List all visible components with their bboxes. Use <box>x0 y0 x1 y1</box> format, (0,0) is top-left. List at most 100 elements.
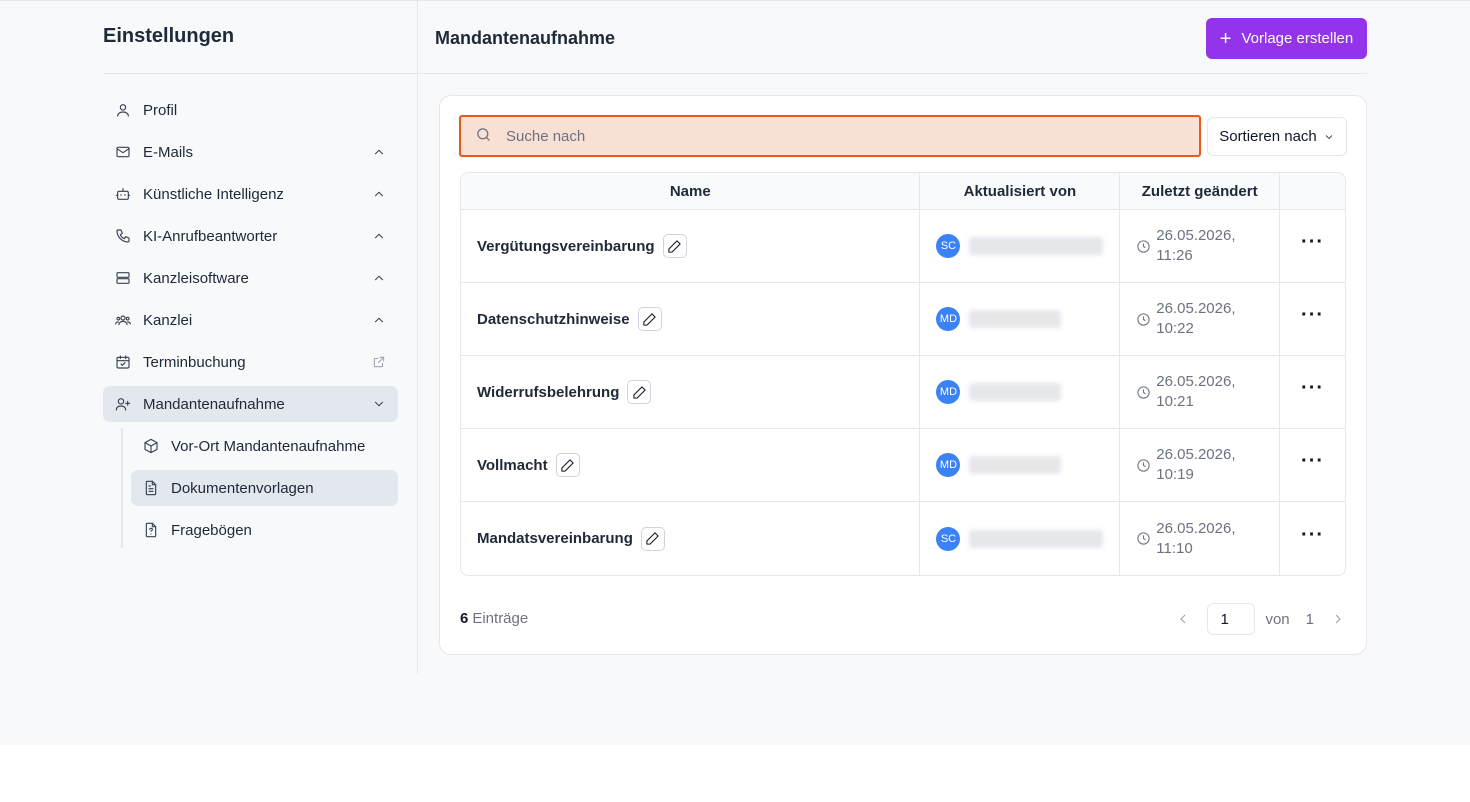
clock-icon <box>1137 239 1150 253</box>
chevron-up-icon[interactable] <box>372 271 386 285</box>
avatar: MD <box>936 307 961 331</box>
more-icon[interactable]: ··· <box>1301 232 1324 252</box>
mail-icon <box>115 144 131 160</box>
template-name[interactable]: Datenschutzhinweise <box>477 311 630 328</box>
edit-button[interactable] <box>662 234 687 258</box>
sidebar-item-frageboegen[interactable]: Fragebögen <box>131 512 398 548</box>
more-icon[interactable]: ··· <box>1301 525 1324 545</box>
external-link-icon[interactable] <box>372 355 386 369</box>
table-row[interactable]: Widerrufsbelehrung MD 26.05.2026, 10:21 ·… <box>461 356 1345 429</box>
pencil-icon <box>643 312 656 326</box>
sidebar-title: Einstellungen <box>103 25 235 47</box>
cell-updated-by: MD <box>920 356 1121 428</box>
template-name[interactable]: Widerrufsbelehrung <box>477 384 619 401</box>
server-icon <box>115 270 131 286</box>
plus-icon: + <box>1219 27 1232 50</box>
sidebar-item-terminbuchung[interactable]: Terminbuchung <box>103 344 398 380</box>
page-of-label: von <box>1265 610 1290 628</box>
date-text: 26.05.2026, <box>1156 373 1236 390</box>
create-template-button[interactable]: + Vorlage erstellen <box>1206 18 1367 59</box>
sidebar-item-kanzleisoftware[interactable]: Kanzleisoftware <box>103 260 398 296</box>
sidebar-item-ki[interactable]: Künstliche Intelligenz <box>103 176 398 212</box>
time-text: 10:22 <box>1156 320 1194 337</box>
sidebar-nav: Profil E-Mails Künstliche Intelligenz KI… <box>103 92 398 554</box>
cell-name: Vergütungsvereinbarung <box>461 210 921 282</box>
cell-name: Widerrufsbelehrung <box>461 356 921 428</box>
cell-actions: ··· <box>1280 502 1345 575</box>
entry-count-number: 6 <box>460 610 469 627</box>
divider <box>417 1 418 674</box>
sidebar-item-label: Dokumentenvorlagen <box>171 479 314 497</box>
clock-icon <box>1137 458 1150 472</box>
more-icon[interactable]: ··· <box>1301 305 1324 325</box>
cell-name: Datenschutzhinweise <box>461 283 921 355</box>
sidebar-item-label: Fragebögen <box>171 521 252 539</box>
sidebar-item-emails[interactable]: E-Mails <box>103 134 398 170</box>
cell-updated-by: SC <box>920 502 1121 575</box>
cell-name: Mandatsvereinbarung <box>461 502 921 575</box>
sidebar-item-vor-ort[interactable]: Vor-Ort Mandantenaufnahme <box>131 428 398 464</box>
date-text: 26.05.2026, <box>1156 446 1236 463</box>
redacted-user-name <box>969 310 1062 328</box>
table-row[interactable]: Datenschutzhinweise MD 26.05.2026, 10:22 … <box>461 283 1345 356</box>
more-icon[interactable]: ··· <box>1301 378 1324 398</box>
templates-table: Name Aktualisiert von Zuletzt geändert V… <box>460 172 1346 576</box>
column-header-actions <box>1280 173 1345 209</box>
templates-card: Sortieren nach Name Aktualisiert von Zul… <box>439 95 1367 655</box>
table-row[interactable]: Vergütungsvereinbarung SC 26.05.2026, 11:… <box>461 210 1345 283</box>
time-text: 10:19 <box>1156 466 1194 483</box>
cell-actions: ··· <box>1280 210 1345 282</box>
column-header-last-modified[interactable]: Zuletzt geändert <box>1120 173 1281 209</box>
chevron-up-icon[interactable] <box>372 145 386 159</box>
redacted-user-name <box>969 237 1104 255</box>
page-input[interactable]: 1 <box>1207 603 1256 635</box>
redacted-user-name <box>969 529 1104 548</box>
date-text: 26.05.2026, <box>1156 227 1236 244</box>
sidebar-item-label: Profil <box>143 101 178 119</box>
search-input[interactable] <box>506 127 1186 145</box>
avatar: SC <box>936 234 961 258</box>
edit-button[interactable] <box>637 307 662 331</box>
package-icon <box>143 438 159 454</box>
robot-icon <box>115 186 131 202</box>
edit-button[interactable] <box>640 526 665 551</box>
pagination: 1 von 1 <box>1175 603 1346 635</box>
phone-icon <box>115 228 131 244</box>
cell-last-modified: 26.05.2026, 10:19 <box>1120 429 1281 501</box>
sort-button[interactable]: Sortieren nach <box>1207 117 1347 156</box>
column-header-name[interactable]: Name <box>461 173 921 209</box>
sidebar-item-label: Terminbuchung <box>143 353 246 371</box>
template-name[interactable]: Vollmacht <box>477 457 548 474</box>
sidebar-item-label: Kanzleisoftware <box>143 269 249 287</box>
table-row[interactable]: Vollmacht MD 26.05.2026, 10:19 ··· <box>461 429 1345 502</box>
search-box[interactable] <box>459 115 1201 157</box>
cell-last-modified: 26.05.2026, 10:21 <box>1120 356 1281 428</box>
total-pages: 1 <box>1305 610 1314 628</box>
chevron-right-icon[interactable] <box>1330 611 1346 627</box>
template-name[interactable]: Mandatsvereinbarung <box>477 530 633 547</box>
avatar: MD <box>936 453 961 477</box>
edit-button[interactable] <box>627 380 652 404</box>
chevron-up-icon[interactable] <box>372 313 386 327</box>
sidebar-item-mandantenaufnahme[interactable]: Mandantenaufnahme <box>103 386 398 422</box>
chevron-up-icon[interactable] <box>372 187 386 201</box>
clock-icon <box>1137 312 1150 326</box>
avatar: SC <box>936 526 961 551</box>
file-text-icon <box>143 480 159 496</box>
table-row[interactable]: Mandatsvereinbarung SC 26.05.2026, 11:10 … <box>461 502 1345 575</box>
edit-button[interactable] <box>555 453 580 477</box>
search-icon <box>475 126 492 147</box>
template-name[interactable]: Vergütungsvereinbarung <box>477 238 655 255</box>
column-header-updated-by[interactable]: Aktualisiert von <box>920 173 1121 209</box>
chevron-down-icon[interactable] <box>372 397 386 411</box>
sidebar-item-profil[interactable]: Profil <box>103 92 398 128</box>
calendar-check-icon <box>115 354 131 370</box>
sidebar-item-ki-anrufbeantworter[interactable]: KI-Anrufbeantworter <box>103 218 398 254</box>
chevron-up-icon[interactable] <box>372 229 386 243</box>
subnav-line <box>121 428 123 548</box>
sidebar-item-dokumentenvorlagen[interactable]: Dokumentenvorlagen <box>131 470 398 506</box>
chevron-left-icon[interactable] <box>1175 611 1191 627</box>
more-icon[interactable]: ··· <box>1301 451 1324 471</box>
sidebar-item-kanzlei[interactable]: Kanzlei <box>103 302 398 338</box>
cell-last-modified: 26.05.2026, 11:26 <box>1120 210 1281 282</box>
